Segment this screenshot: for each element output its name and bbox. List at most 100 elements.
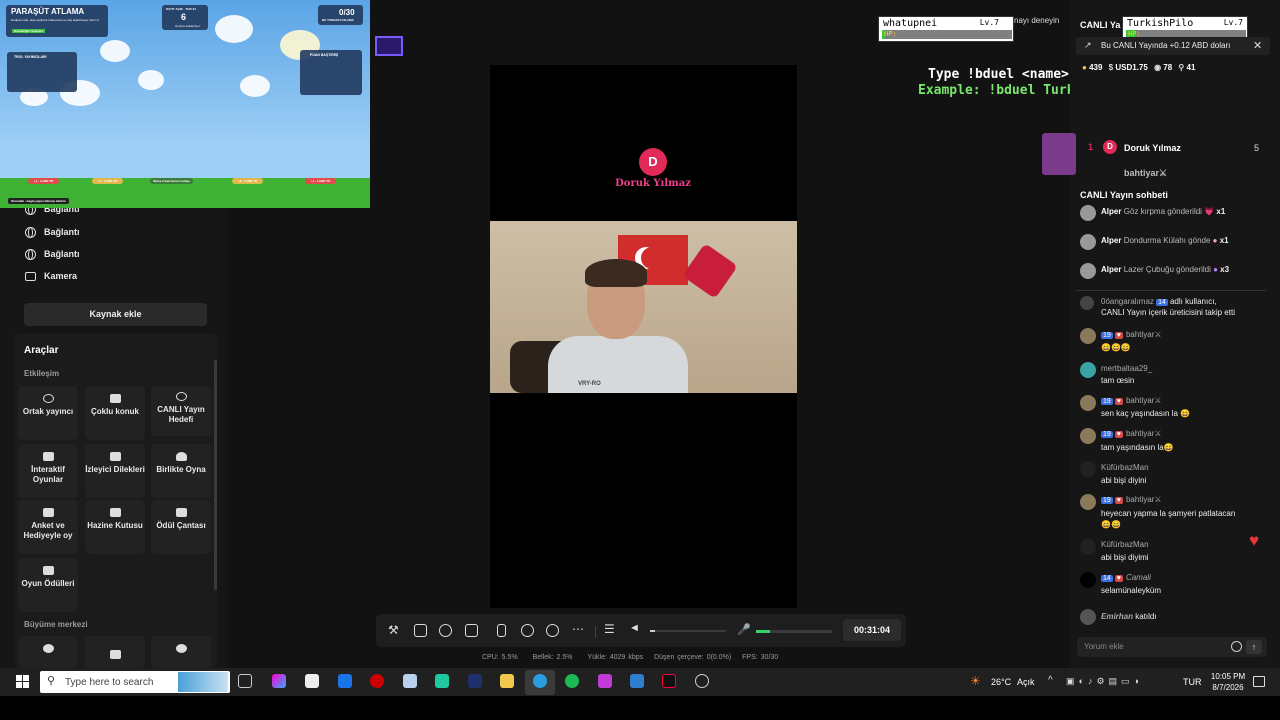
spotify-icon[interactable] [565,674,579,688]
store-icon[interactable] [305,674,319,688]
copilot-icon[interactable] [272,674,286,688]
live-stats: ● 439 $ USD1.75 ◉ 78 ⚲ 41 [1082,63,1196,72]
rank-name: Doruk Yılmaz [1124,143,1181,153]
avatar [1080,328,1096,344]
add-source-button[interactable]: Kaynak ekle [24,303,207,326]
game-score: 0/30 [339,8,355,17]
chatgpt-icon[interactable] [695,674,709,688]
portrait-icon[interactable] [497,624,506,637]
microphone-icon[interactable]: 🎤 [737,623,751,636]
avatar [1080,263,1096,279]
record-icon[interactable] [521,624,534,637]
edge-icon[interactable] [533,674,547,688]
tile-treasure-box[interactable]: Hazine Kutusu [85,500,145,554]
multi-guest-icon [109,394,121,403]
chat-title: CANLI Yayın sohbeti [1080,190,1168,200]
app-icon-3[interactable] [468,674,482,688]
clock-time[interactable]: 10:05 PM [1208,672,1248,681]
tile-co-host[interactable]: Ortak yayıncı [18,386,78,440]
chat-message-text: abi bişi diyimi [1101,553,1149,562]
chat-message: 19 ♥ bahtiyar⚔ [1101,330,1162,339]
avatar [1080,572,1096,588]
app-icon[interactable] [403,674,417,688]
ai-icon[interactable] [439,624,452,637]
tile-growth-3[interactable] [151,636,211,668]
chevron-up-icon[interactable]: ^ [1048,675,1053,686]
tile-play-together[interactable]: Birlikte Oyna [151,444,211,498]
chat-message-text: tam yaşındasın la😄 [1101,443,1174,452]
tile-poll[interactable]: Anket ve Hediyeyle oy [18,500,78,554]
landing-zone-3: Skora 3 katı bonus hediye [150,178,194,184]
tools-scrollbar[interactable] [214,360,217,590]
rank-name-2: bahtiyar⚔ [1124,168,1168,178]
follow-notice: 0öangaralımaz 14 adlı kullanıcı, [1101,297,1217,306]
followers-icon: ⚲ [1178,63,1185,72]
tile-growth-1[interactable] [18,636,78,668]
game-title: PARAŞÜT ATLAMA [11,7,85,16]
search-icon: ⚲ [47,675,56,687]
game-counter-value: 6 [181,12,187,22]
notification-icon[interactable] [1253,676,1265,687]
clock-date[interactable]: 8/7/2026 [1208,683,1248,692]
person-image [548,336,688,393]
tile-viewer-requests[interactable]: İzleyici Dilekleri [85,444,145,498]
avatar [1080,494,1096,510]
send-icon[interactable]: ↑ [1246,640,1262,654]
tiktok-icon[interactable] [662,674,676,688]
close-icon[interactable]: ✕ [1253,39,1262,52]
tray-icons[interactable]: ▣◐♪⚙▤▭◑ [1066,676,1143,687]
opera-icon[interactable] [370,674,384,688]
layout-icon[interactable] [414,624,427,637]
language-indicator[interactable]: TUR [1183,677,1202,687]
gamepad-icon [42,452,54,461]
app-icon-4[interactable] [598,674,612,688]
photos-icon[interactable] [630,674,644,688]
webcam-feed: VRY-RO [490,221,797,393]
chat-message-text: abi bişi diyini [1101,476,1147,485]
bottom-strip [0,696,1280,720]
globe-icon [25,248,36,260]
dollar-icon: $ [1108,63,1114,72]
file-explorer-icon[interactable] [500,674,514,688]
tile-growth-2[interactable] [85,636,145,668]
emoji-icon[interactable] [1231,641,1242,652]
tile-reward-bag[interactable]: Ödül Çantası [151,500,211,554]
weather-desc: Açık [1017,677,1035,687]
hp-bar [882,30,1012,39]
settings-sliders-icon[interactable]: ☰ [604,622,615,636]
app-icon-2[interactable] [435,674,449,688]
speaker-icon[interactable]: ◄ [629,622,640,634]
game-preview[interactable]: PARAŞÜT ATLAMA Hediyeni çek, ekip seçili… [0,0,370,208]
source-item-camera[interactable]: Kamera [0,265,228,287]
badge-icon [175,644,187,653]
source-item-link-3[interactable]: Bağlantı [0,243,228,265]
volume-slider[interactable] [650,630,726,632]
broadcast-icon[interactable] [546,624,559,637]
source-item-link-2[interactable]: Bağlantı [0,221,228,243]
windows-start-icon[interactable] [16,675,29,688]
globe-icon [25,226,36,238]
tile-game-rewards[interactable]: Oyun Ödülleri [18,558,78,612]
hp-box-player-1: whatupnei Lv.7 HP: [878,16,1014,42]
chat-message-text: 😄😄😄 [1101,343,1131,352]
game-subtitle: Hediyeni çek, ekip seçilince kulla para … [11,18,99,22]
mail-icon[interactable] [338,674,352,688]
more-icon[interactable]: ⋯ [572,622,584,636]
landing-zone-2: +2 · LAND TO [92,178,124,184]
trend-icon: ↗ [1084,40,1092,50]
avatar [1080,395,1096,411]
avatar [1080,205,1096,221]
mic-level-meter [756,630,832,633]
tile-multi-guest[interactable]: Çoklu konuk [85,386,145,440]
tile-interactive-games[interactable]: İnteraktif Oyunlar [18,444,78,498]
tile-live-goal[interactable]: CANLI Yayın Hedefi [151,386,211,436]
gift-line: Alper Lazer Çubuğu gönderildi ● x3 [1101,265,1230,274]
heart-icon[interactable]: ♥ [1249,531,1259,551]
game-counter-label: KAYIT AÇIK · TUR 34 [166,7,196,11]
magic-wand-icon[interactable]: ⚒ [388,623,399,637]
task-view-icon[interactable] [238,674,252,688]
add-scene-icon[interactable] [465,624,478,637]
right-header-hint: nayı deneyin [1014,16,1060,25]
avatar [1080,234,1096,250]
gift-line: Alper Göz kırpma gönderildi 💗 x1 [1101,207,1226,216]
